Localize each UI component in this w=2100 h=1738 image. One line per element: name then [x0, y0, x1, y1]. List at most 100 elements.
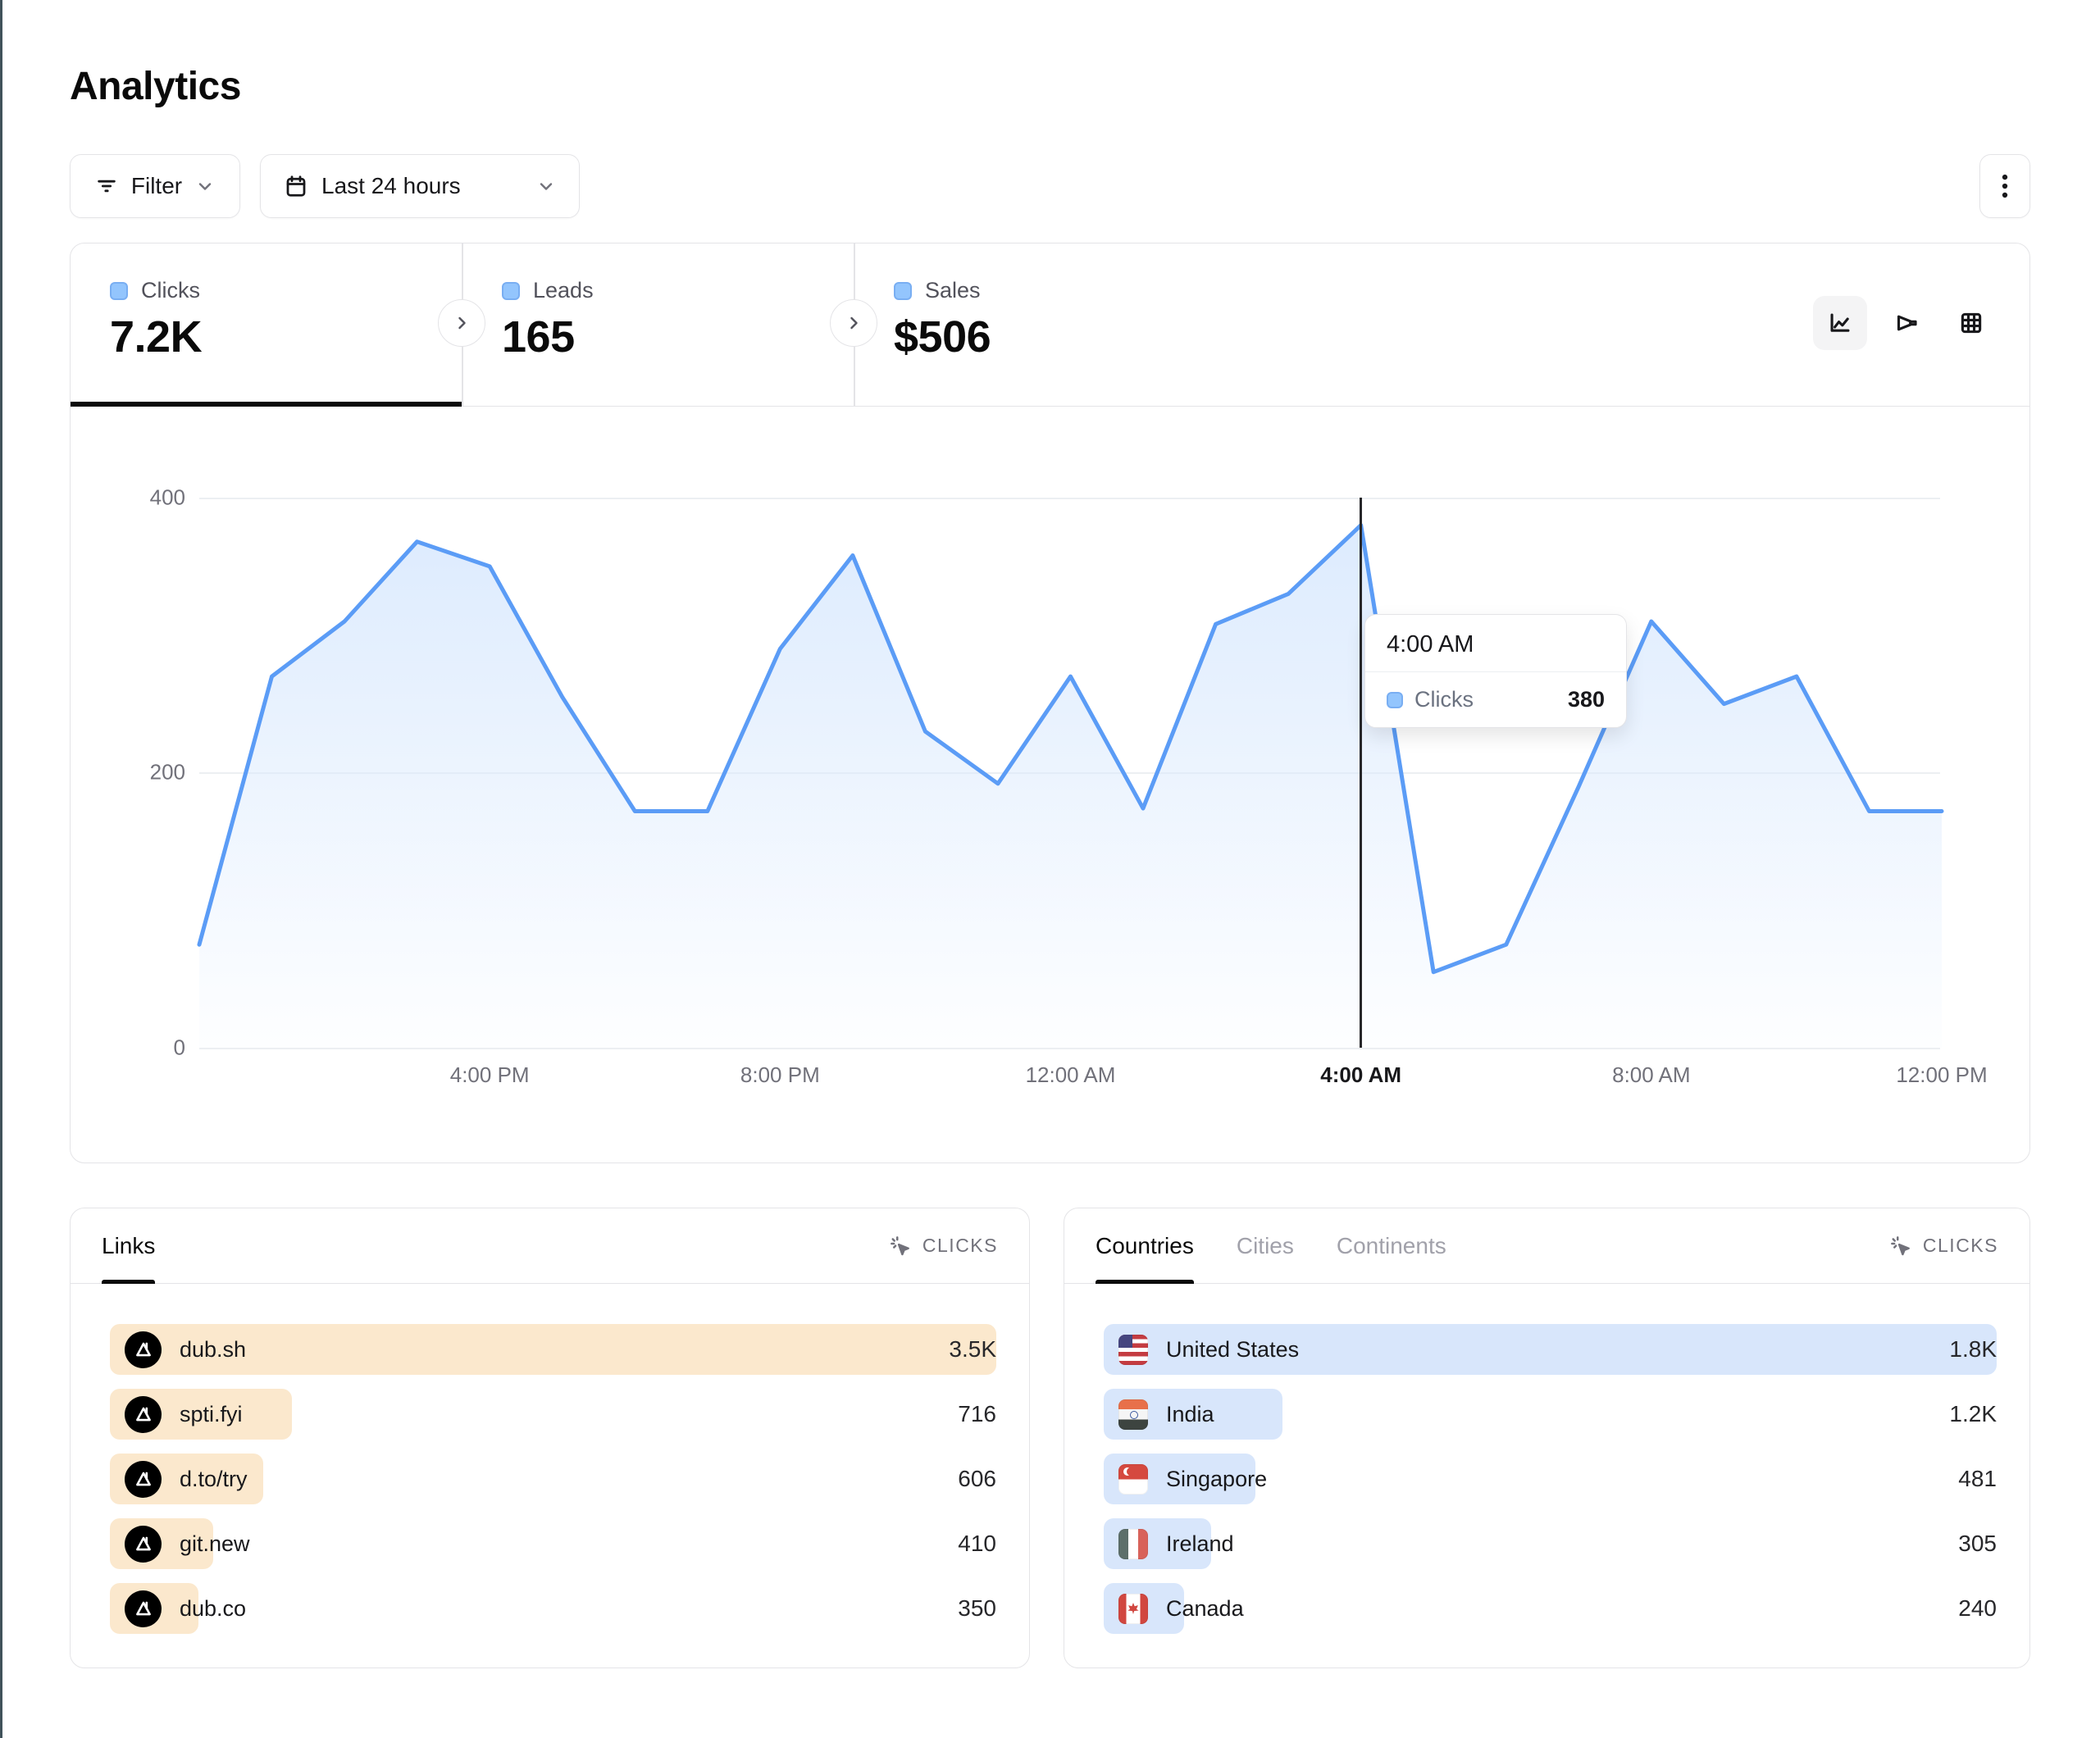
- row-value: 481: [1958, 1454, 1997, 1504]
- tab-links[interactable]: Links: [102, 1208, 155, 1283]
- links-metric-selector[interactable]: CLICKS: [888, 1234, 998, 1258]
- row-label: d.to/try: [180, 1467, 248, 1492]
- dub-logo-icon: [125, 1526, 162, 1563]
- x-axis-tick-label: 4:00 PM: [450, 1062, 530, 1088]
- row-label: Ireland: [1166, 1531, 1234, 1557]
- kebab-menu-icon: [1993, 172, 2017, 200]
- country-row[interactable]: Ireland 305: [1104, 1518, 1997, 1569]
- sales-label: Sales: [925, 278, 981, 303]
- x-axis-tick-label: 12:00 PM: [1896, 1062, 1987, 1088]
- row-label: dub.co: [180, 1596, 246, 1622]
- cursor-click-icon: [888, 1234, 913, 1258]
- table-view-button[interactable]: [1944, 296, 1998, 350]
- countries-metric-label: CLICKS: [1923, 1235, 1998, 1257]
- cursor-click-icon: [1888, 1234, 1913, 1258]
- x-axis-labels: 4:00 PM 8:00 PM 12:00 AM 4:00 AM 8:00 AM 12:0…: [71, 1062, 2029, 1099]
- tab-countries[interactable]: Countries: [1096, 1208, 1194, 1283]
- country-row[interactable]: Canada240: [1104, 1583, 1997, 1634]
- row-value: 410: [958, 1518, 996, 1569]
- country-row[interactable]: India 1.2K: [1104, 1389, 1997, 1440]
- leads-label: Leads: [533, 278, 594, 303]
- date-range-button[interactable]: Last 24 hours: [260, 154, 580, 218]
- links-card: Links CLICKS dub.sh3.5K spti.fyi716 d.to/t…: [70, 1208, 1030, 1668]
- chevron-down-icon: [536, 176, 556, 196]
- stat-expand-leads-button[interactable]: [438, 299, 485, 347]
- analytics-chart-card: Clicks 7.2K Leads 165: [70, 243, 2030, 1163]
- filter-button-label: Filter: [131, 173, 182, 199]
- row-label: Singapore: [1166, 1467, 1267, 1492]
- link-row[interactable]: dub.sh3.5K: [110, 1324, 996, 1375]
- dub-logo-icon: [125, 1590, 162, 1627]
- row-value: 3.5K: [949, 1324, 996, 1375]
- tooltip-clicks-swatch: [1387, 692, 1403, 708]
- clicks-area-chart: [199, 498, 1942, 1048]
- sg-flag-icon: [1118, 1464, 1148, 1495]
- country-row[interactable]: Singapore 481: [1104, 1454, 1997, 1504]
- country-row[interactable]: United States 1.8K: [1104, 1324, 1997, 1375]
- clicks-value: 7.2K: [110, 312, 462, 362]
- countries-rows: United States 1.8K India 1.2K Singapore 481 Ir…: [1064, 1284, 2029, 1634]
- calendar-icon: [284, 174, 308, 198]
- more-options-button[interactable]: [1979, 154, 2030, 218]
- x-axis-tick-label: 4:00 AM: [1320, 1062, 1401, 1088]
- row-value: 1.8K: [1949, 1324, 1997, 1375]
- stats-row: Clicks 7.2K Leads 165: [71, 243, 2029, 407]
- row-value: 305: [1958, 1518, 1997, 1569]
- links-rows: dub.sh3.5K spti.fyi716 d.to/try 606 git.new 4…: [71, 1284, 1029, 1634]
- funnel-chart-view-button[interactable]: [1879, 296, 1933, 350]
- link-row[interactable]: dub.co 350: [110, 1583, 996, 1634]
- tab-leads[interactable]: Leads 165: [462, 243, 854, 406]
- x-axis-tick-label: 12:00 AM: [1026, 1062, 1116, 1088]
- y-axis-tick-400: 400: [95, 485, 185, 511]
- filter-icon: [95, 175, 118, 198]
- x-axis-tick-label: 8:00 PM: [740, 1062, 820, 1088]
- link-row[interactable]: d.to/try 606: [110, 1454, 996, 1504]
- row-value: 240: [1958, 1583, 1997, 1634]
- ca-flag-icon: [1118, 1594, 1148, 1624]
- row-value: 606: [958, 1454, 996, 1504]
- filter-button[interactable]: Filter: [70, 154, 240, 218]
- hover-ruler: [1360, 498, 1362, 1048]
- dub-logo-icon: [125, 1396, 162, 1433]
- chart-view-toggles: [1813, 296, 1998, 350]
- row-value: 350: [958, 1583, 996, 1634]
- link-row[interactable]: git.new 410: [110, 1518, 996, 1569]
- tab-continents[interactable]: Continents: [1337, 1208, 1446, 1283]
- tab-sales[interactable]: Sales $506: [854, 243, 1264, 406]
- in-flag-icon: [1118, 1399, 1148, 1430]
- gridline-0: [199, 1048, 1940, 1049]
- sales-legend-swatch: [894, 282, 912, 300]
- page-title: Analytics: [70, 64, 241, 109]
- y-axis-tick-0: 0: [95, 1035, 185, 1061]
- x-axis-tick-label: 8:00 AM: [1612, 1062, 1690, 1088]
- leads-value: 165: [502, 312, 854, 362]
- links-card-header: Links CLICKS: [71, 1208, 1029, 1284]
- sales-value: $506: [894, 312, 1264, 362]
- tab-clicks[interactable]: Clicks 7.2K: [71, 243, 462, 406]
- dub-logo-icon: [125, 1461, 162, 1498]
- chart-tooltip: 4:00 AM Clicks 380: [1364, 614, 1627, 728]
- analytics-page: Analytics Filter Last 24 hours Cl: [0, 0, 2100, 1738]
- link-row[interactable]: spti.fyi716: [110, 1389, 996, 1440]
- row-label: United States: [1166, 1337, 1299, 1363]
- row-label: git.new: [180, 1531, 250, 1557]
- clicks-legend-swatch: [110, 282, 128, 300]
- chart-region[interactable]: 400 200 0 4:00 PM 8:00 PM 12:00 AM 4:00 AM 8…: [71, 407, 2029, 1161]
- countries-card-header: Countries Cities Continents CLICKS: [1064, 1208, 2029, 1284]
- area-chart-plot[interactable]: [199, 498, 1942, 1048]
- date-range-label: Last 24 hours: [321, 173, 461, 199]
- countries-metric-selector[interactable]: CLICKS: [1888, 1234, 1998, 1258]
- stat-expand-sales-button[interactable]: [830, 299, 877, 347]
- us-flag-icon: [1118, 1335, 1148, 1365]
- area-chart-view-button[interactable]: [1813, 296, 1867, 350]
- tab-cities[interactable]: Cities: [1237, 1208, 1294, 1283]
- row-value: 716: [958, 1389, 996, 1440]
- row-label: India: [1166, 1402, 1214, 1427]
- chevron-down-icon: [195, 176, 215, 196]
- tooltip-series-label: Clicks: [1414, 687, 1474, 712]
- countries-card: Countries Cities Continents CLICKS Unite…: [1064, 1208, 2030, 1668]
- row-value: 1.2K: [1949, 1389, 1997, 1440]
- y-axis-tick-200: 200: [95, 760, 185, 785]
- tooltip-value: 380: [1568, 687, 1605, 712]
- tooltip-time: 4:00 AM: [1365, 615, 1626, 672]
